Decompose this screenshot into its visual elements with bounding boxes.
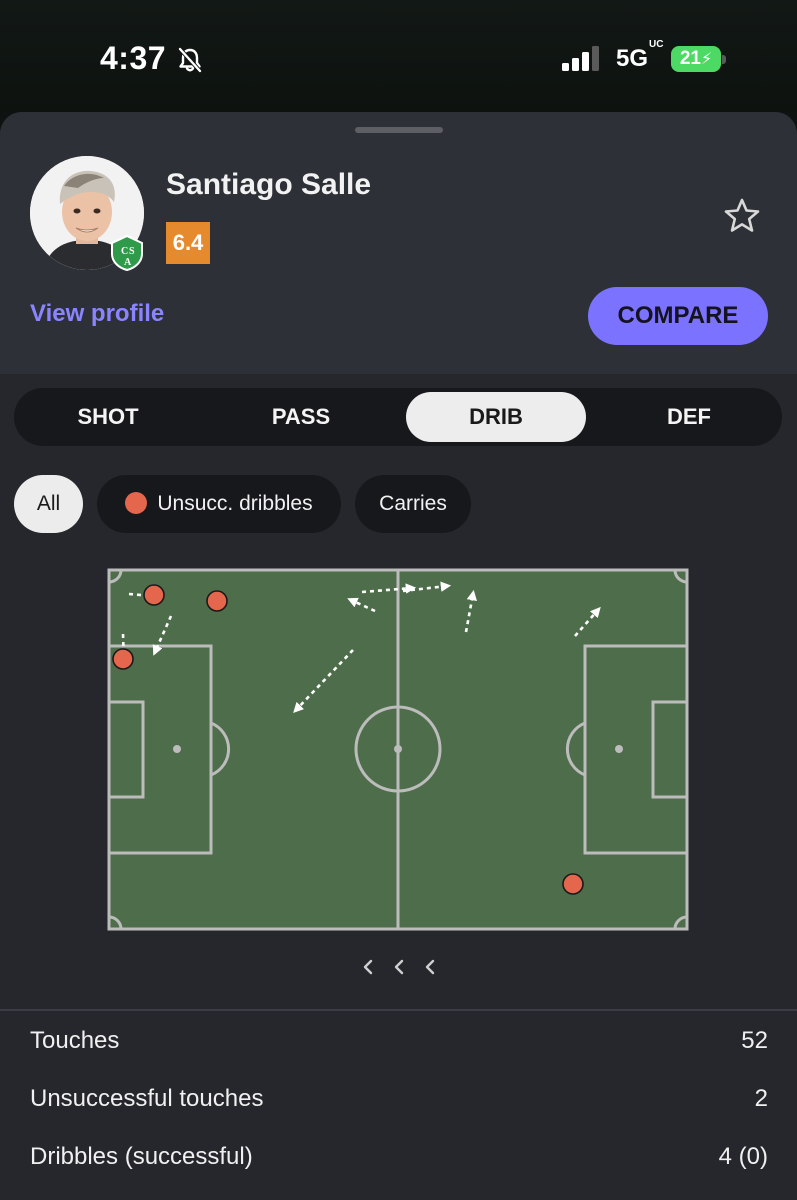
tab-pass[interactable]: PASS [211, 392, 391, 442]
filter-all-label: All [36, 492, 61, 515]
star-outline-icon[interactable] [722, 196, 762, 236]
stat-value: 2 [754, 1085, 768, 1112]
network-indicator: 5GUC [616, 40, 663, 73]
tab-shot[interactable]: SHOT [18, 392, 198, 442]
stat-value: 4 (0) [718, 1143, 768, 1170]
network-type: 5G [616, 45, 649, 72]
filter-all[interactable]: All [14, 475, 83, 533]
unsuccessful-dribble-marker [206, 590, 228, 612]
stat-label: Touches [30, 1027, 120, 1054]
network-suffix: UC [649, 39, 664, 50]
sheet-grabber[interactable] [355, 127, 443, 133]
player-rating: 6.4 [166, 222, 210, 264]
chevron-left-icon [394, 959, 404, 975]
stat-row-dribbles: Dribbles (successful) 4 (0) [30, 1143, 768, 1183]
club-badge-icon: C S A [111, 234, 143, 272]
battery-level: 21 [679, 48, 701, 69]
stat-value: 52 [741, 1027, 768, 1054]
svg-text:C: C [121, 246, 128, 257]
filter-carries-label: Carries [379, 492, 447, 515]
stat-row-touches: Touches 52 [30, 1027, 768, 1067]
battery-cap [722, 55, 726, 64]
chevron-left-icon [363, 959, 373, 975]
player-sheet: C S A Santiago Salle 6.4 View profile CO… [0, 112, 797, 1200]
player-name: Santiago Salle [166, 168, 372, 201]
svg-text:A: A [124, 257, 132, 268]
filter-carries[interactable]: Carries [355, 475, 471, 533]
stats-divider [0, 1009, 797, 1011]
stat-tabs: SHOT PASS DRIB DEF [14, 388, 782, 446]
view-profile-link[interactable]: View profile [30, 300, 164, 328]
stat-row-unsuccessful-touches: Unsuccessful touches 2 [30, 1085, 768, 1125]
stat-label: Unsuccessful touches [30, 1085, 264, 1112]
unsuccessful-dribble-dot-icon [125, 492, 148, 514]
chevron-left-icon [425, 959, 435, 975]
stat-label: Dribbles (successful) [30, 1143, 253, 1170]
charging-bolt-icon: ⚡ [700, 51, 713, 68]
tab-drib[interactable]: DRIB [406, 392, 586, 442]
pitch-field [107, 568, 689, 931]
attack-direction-indicator [363, 959, 435, 975]
svg-text:S: S [129, 246, 135, 257]
status-time: 4:37 [100, 40, 167, 76]
unsuccessful-dribble-marker [562, 873, 584, 895]
compare-button[interactable]: COMPARE [588, 287, 768, 345]
status-bar: 4:37 5GUC 21⚡ [0, 0, 797, 112]
battery-indicator: 21⚡ [671, 46, 721, 72]
dribble-pitch-map [107, 568, 689, 931]
cellular-signal-icon [562, 46, 599, 71]
filter-unsucc-label: Unsucc. dribbles [157, 492, 313, 515]
unsuccessful-dribble-marker [112, 648, 134, 670]
filter-unsuccessful-dribbles[interactable]: Unsucc. dribbles [97, 475, 341, 533]
bell-slash-icon [178, 47, 202, 73]
tab-def[interactable]: DEF [599, 392, 779, 442]
unsuccessful-dribble-marker [143, 584, 165, 606]
